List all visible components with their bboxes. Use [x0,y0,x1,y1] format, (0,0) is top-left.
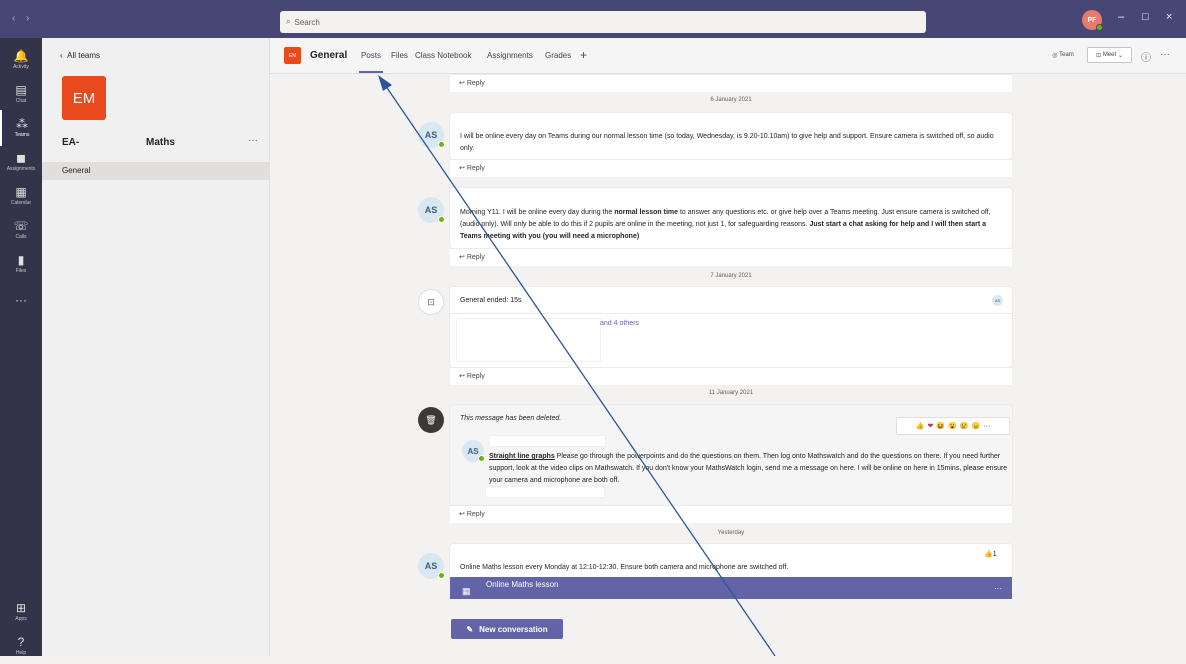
annotation-arrow [378,75,776,656]
